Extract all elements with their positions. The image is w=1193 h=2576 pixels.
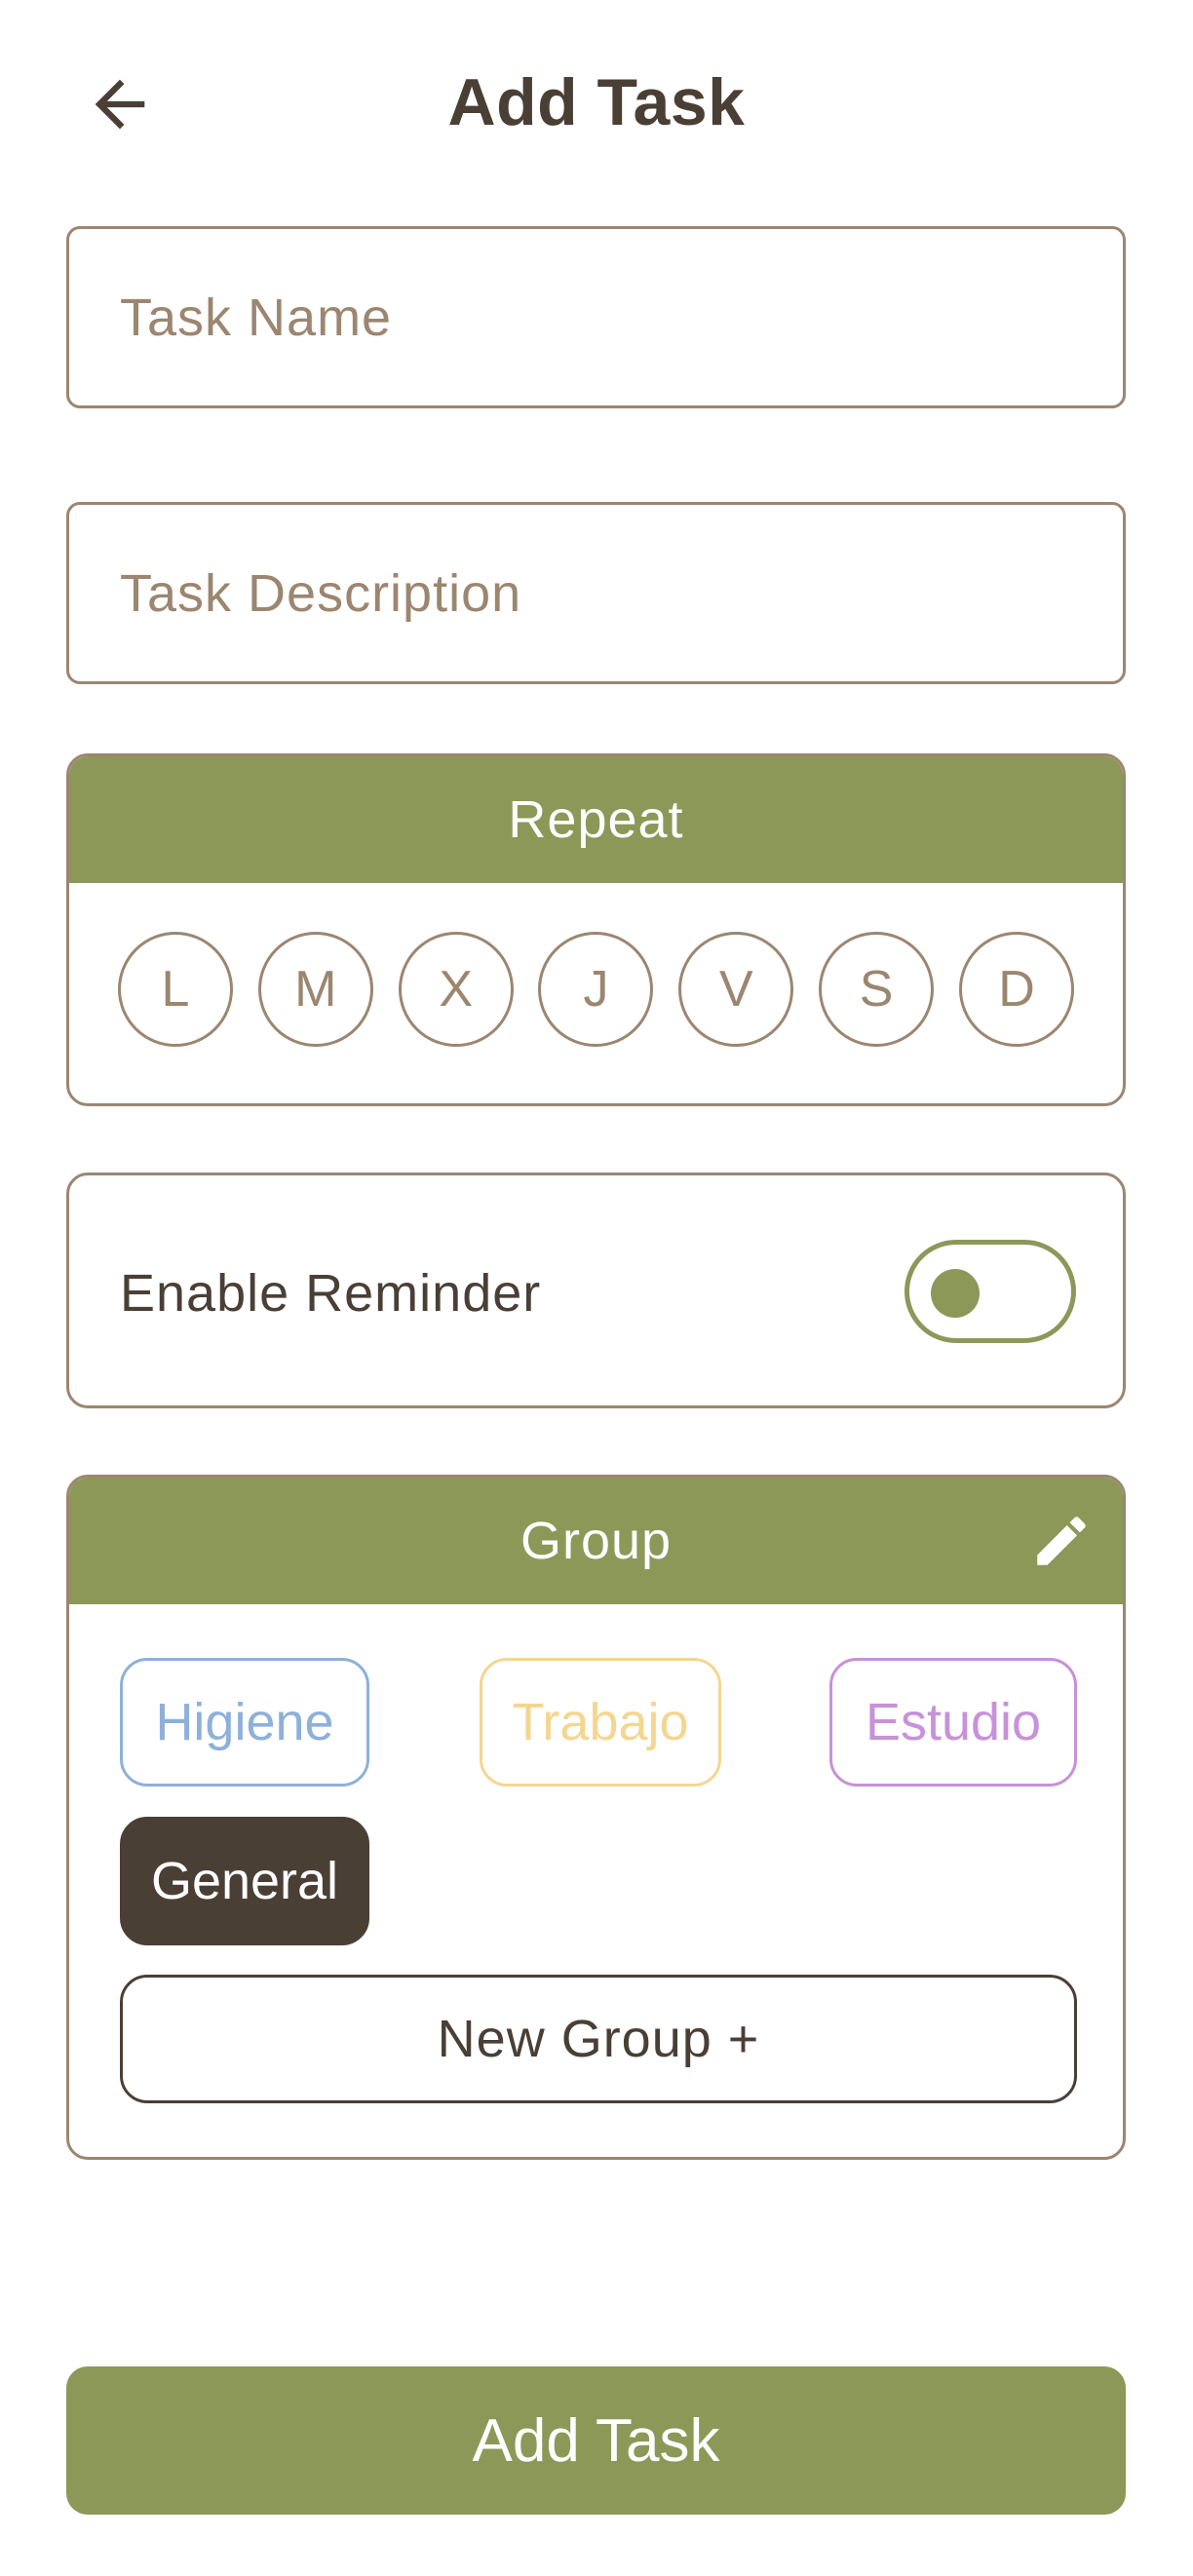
pencil-icon [1037,1517,1086,1565]
reminder-card: Enable Reminder [66,1173,1126,1408]
add-task-screen: Add Task Repeat L M X J V S D Enable Rem… [0,0,1193,2576]
header: Add Task [0,0,1193,210]
group-chip-estudio[interactable]: Estudio [829,1658,1077,1787]
group-chip-higiene[interactable]: Higiene [120,1658,369,1787]
task-description-field-container [66,502,1126,684]
day-button-l[interactable]: L [118,932,233,1047]
repeat-title: Repeat [508,790,684,849]
add-task-button[interactable]: Add Task [66,2366,1126,2515]
day-button-d[interactable]: D [958,932,1074,1047]
day-button-s[interactable]: S [819,932,935,1047]
group-chip-trabajo[interactable]: Trabajo [480,1658,721,1787]
day-selector: L M X J V S D [69,883,1123,1047]
new-group-button[interactable]: New Group + [120,1975,1077,2103]
repeat-header: Repeat [69,756,1123,883]
task-name-input[interactable] [120,287,1123,348]
group-chip-general[interactable]: General [120,1817,369,1945]
day-button-j[interactable]: J [538,932,654,1047]
task-description-input[interactable] [120,562,1123,624]
group-header: Group [69,1478,1123,1604]
day-button-x[interactable]: X [398,932,514,1047]
toggle-knob [931,1269,980,1318]
repeat-card: Repeat L M X J V S D [66,753,1126,1106]
task-name-field-container [66,226,1126,408]
day-button-v[interactable]: V [678,932,794,1047]
day-button-m[interactable]: M [257,932,373,1047]
group-title: Group [520,1512,673,1570]
reminder-toggle[interactable] [904,1240,1076,1343]
reminder-label: Enable Reminder [120,1264,542,1323]
edit-groups-button[interactable] [1027,1507,1096,1575]
page-title: Add Task [447,65,746,139]
group-card: Group Higiene Trabajo Estudio General Ne… [66,1475,1126,2160]
